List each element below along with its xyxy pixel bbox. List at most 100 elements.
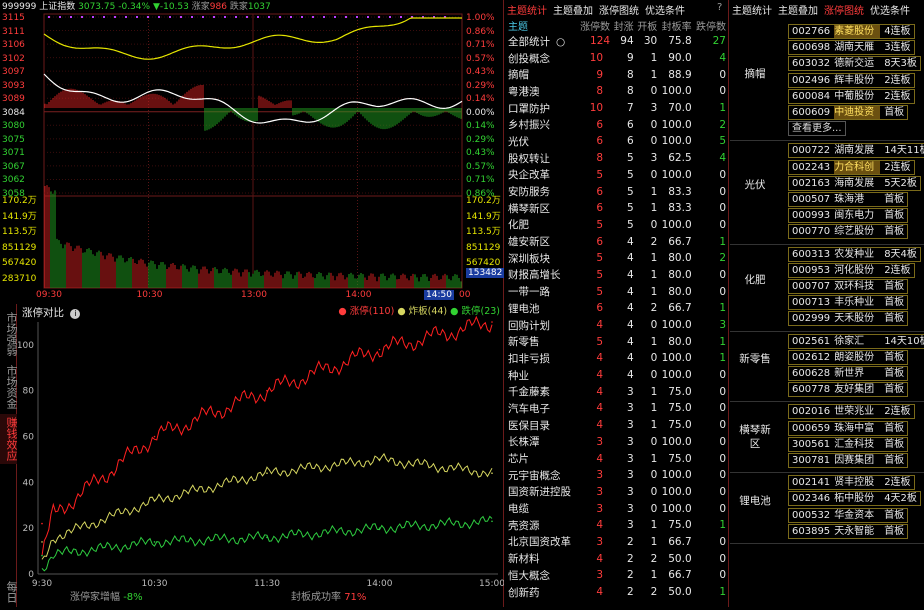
table-row[interactable]: 安防服务 6 5 1 83.3 0 bbox=[507, 183, 727, 200]
tab-theme-stats[interactable]: 主题统计 bbox=[507, 6, 547, 17]
group-name[interactable]: 新零售 bbox=[730, 352, 780, 366]
table-row[interactable]: 乡村振兴 6 6 0 100.0 2 bbox=[507, 116, 727, 133]
table-row[interactable]: 千金藤素 4 3 1 75.0 0 bbox=[507, 383, 727, 400]
stock-chip[interactable]: 002561徐家汇 14天10板 bbox=[788, 333, 924, 349]
help-button[interactable]: ? bbox=[717, 3, 722, 13]
table-row[interactable]: 横琴新区 6 5 1 83.3 0 bbox=[507, 200, 727, 217]
stock-chip[interactable]: 002243 力合科创 2连板 bbox=[788, 159, 915, 175]
table-row[interactable]: 光伏 6 6 0 100.0 5 bbox=[507, 133, 727, 150]
stock-chip[interactable]: 300781 因赛集团 首板 bbox=[788, 453, 909, 468]
table-row[interactable]: 股权转让 8 5 3 62.5 4 bbox=[507, 150, 727, 167]
limit-compare-chart[interactable]: 100 80 60 40 20 0 9:30 10:30 11:30 14:00 15:00 涨停对… bbox=[17, 304, 505, 607]
table-row-total[interactable]: 全部统计 ○ 124 94 30 75.8 27 bbox=[507, 33, 727, 50]
side-tab-daily[interactable]: 每日 bbox=[0, 579, 18, 605]
stock-chip[interactable]: 600313 农发种业 8天4板 bbox=[788, 246, 921, 262]
right-tab-limit-chart[interactable]: 涨停图统 bbox=[824, 6, 864, 17]
table-row[interactable]: 医保目录 4 3 1 75.0 0 bbox=[507, 417, 727, 434]
table-row[interactable]: 新零售 5 4 1 80.0 1 bbox=[507, 333, 727, 350]
right-tab-theme-stats[interactable]: 主题统计 bbox=[732, 6, 772, 17]
tab-filter[interactable]: 优选条件 bbox=[645, 6, 685, 17]
column-header[interactable]: 开板 bbox=[635, 17, 659, 33]
stock-chip[interactable]: 600628 新世界 首板 bbox=[788, 366, 909, 381]
stock-chip[interactable]: 600084 中葡股份 2连板 bbox=[788, 88, 915, 104]
stock-chip[interactable]: 600609 中迪投资 首板 bbox=[788, 105, 909, 120]
table-row[interactable]: 长株潭 3 3 0 100.0 0 bbox=[507, 434, 727, 451]
right-tab-theme-overlay[interactable]: 主题叠加 bbox=[778, 6, 818, 17]
table-row[interactable]: 电缆 3 3 0 100.0 0 bbox=[507, 500, 727, 517]
table-row[interactable]: 央企改革 5 5 0 100.0 0 bbox=[507, 167, 727, 184]
table-row[interactable]: 壳资源 4 3 1 75.0 1 bbox=[507, 517, 727, 534]
group-name[interactable]: 横琴新区 bbox=[730, 423, 780, 451]
legend-limit-up[interactable]: ● 涨停(110) bbox=[338, 306, 394, 317]
stock-chip[interactable]: 603032 德新交运 8天3板 bbox=[788, 56, 921, 72]
column-header[interactable]: 主题 bbox=[507, 17, 577, 33]
table-row[interactable]: 芯片 4 3 1 75.0 0 bbox=[507, 450, 727, 467]
column-header[interactable]: 封涨 bbox=[611, 17, 635, 33]
tab-theme-overlay[interactable]: 主题叠加 bbox=[553, 6, 593, 17]
stock-chip[interactable]: 000722湖南发展 14天11板 bbox=[788, 143, 924, 159]
table-row[interactable]: 元宇宙概念 3 3 0 100.0 0 bbox=[507, 467, 727, 484]
stock-chip[interactable]: 600698 湖南天雁 3连板 bbox=[788, 40, 915, 56]
stock-chip[interactable]: 002141 贤丰控股 2连板 bbox=[788, 475, 915, 491]
table-row[interactable]: 北京国资改革 3 2 1 66.7 0 bbox=[507, 534, 727, 551]
limit-chart-canvas[interactable]: 1008060402009:30 10:30 11:30 14:00 15:00 bbox=[17, 304, 505, 607]
table-row[interactable]: 雄安新区 6 4 2 66.7 1 bbox=[507, 233, 727, 250]
right-tab-filter[interactable]: 优选条件 bbox=[870, 6, 910, 17]
table-row[interactable]: 创新药 4 2 2 50.0 1 bbox=[507, 584, 727, 601]
stock-name: 综艺股份 bbox=[834, 226, 875, 238]
column-header[interactable]: 封板率 bbox=[658, 17, 692, 33]
stock-chip[interactable]: 000713 丰乐种业 首板 bbox=[788, 295, 909, 311]
side-tab-money-effect[interactable]: 赚钱效应 bbox=[0, 414, 18, 464]
side-tab-market-funds[interactable]: 市场资金 bbox=[0, 362, 18, 412]
refresh-icon[interactable]: ○ bbox=[556, 36, 565, 48]
stock-chip[interactable]: 002346 柘中股份 4天2板 bbox=[788, 491, 921, 507]
stock-chip[interactable]: 603895 天永智能 首板 bbox=[788, 523, 909, 539]
table-row[interactable]: 扣非亏损 4 4 0 100.0 1 bbox=[507, 350, 727, 367]
table-row[interactable]: 化肥 5 5 0 100.0 0 bbox=[507, 217, 727, 234]
stock-chip[interactable]: 002612 朗姿股份 首板 bbox=[788, 349, 909, 365]
stock-chip[interactable]: 000532 华金资本 首板 bbox=[788, 507, 909, 523]
table-row[interactable]: 粤港澳 8 8 0 100.0 0 bbox=[507, 83, 727, 100]
index-chart-canvas[interactable] bbox=[0, 0, 504, 304]
legend-broken[interactable]: ● 炸板(44) bbox=[397, 306, 447, 317]
stock-chip[interactable]: 000507 珠海港 首板 bbox=[788, 192, 909, 207]
stock-chip[interactable]: 300561 汇金科技 首板 bbox=[788, 436, 909, 452]
table-row[interactable]: 种业 4 4 0 100.0 0 bbox=[507, 367, 727, 384]
table-cell: 0 bbox=[719, 569, 726, 582]
table-row[interactable]: 新材料 4 2 2 50.0 0 bbox=[507, 550, 727, 567]
stock-chip[interactable]: 002999 天禾股份 首板 bbox=[788, 311, 909, 327]
info-icon[interactable]: i bbox=[70, 309, 81, 319]
table-row[interactable]: 财报高增长 5 4 1 80.0 0 bbox=[507, 267, 727, 284]
stock-chip[interactable]: 002766 素菱股份 4连板 bbox=[788, 24, 915, 39]
group-name[interactable]: 摘帽 bbox=[730, 67, 780, 81]
table-row[interactable]: 回购计划 4 4 0 100.0 3 bbox=[507, 317, 727, 334]
table-row[interactable]: 创投概念 10 9 1 90.0 4 bbox=[507, 50, 727, 67]
table-row[interactable]: 深圳板块 5 4 1 80.0 2 bbox=[507, 250, 727, 267]
index-intraday-chart[interactable]: 999999 上证指数 3073.75 -0.34% ▼-10.53 涨家986… bbox=[0, 0, 505, 304]
table-row[interactable]: 国资新进控股 3 3 0 100.0 0 bbox=[507, 484, 727, 501]
stock-chip[interactable]: 000770 综艺股份 首板 bbox=[788, 224, 909, 240]
column-header[interactable]: 跌停数 bbox=[693, 17, 727, 33]
stock-chip[interactable]: 000707 双环科技 首板 bbox=[788, 279, 909, 294]
group-name[interactable]: 锂电池 bbox=[730, 494, 780, 508]
stock-chip[interactable]: 000993 闽东电力 首板 bbox=[788, 208, 909, 224]
stock-chip[interactable]: 000659 珠海中富 首板 bbox=[788, 420, 909, 436]
group-name[interactable]: 光伏 bbox=[730, 178, 780, 192]
more-button[interactable]: 查看更多... bbox=[788, 121, 846, 137]
table-row[interactable]: 锂电池 6 4 2 66.7 1 bbox=[507, 300, 727, 317]
stock-chip[interactable]: 000953 河化股份 2连板 bbox=[788, 262, 915, 278]
stock-chip[interactable]: 600778 友好集团 首板 bbox=[788, 382, 909, 398]
tab-limit-chart[interactable]: 涨停图统 bbox=[599, 6, 639, 17]
stock-chip[interactable]: 002163 海南发展 5天2板 bbox=[788, 175, 921, 191]
legend-limit-down[interactable]: ● 跌停(23) bbox=[450, 306, 500, 317]
side-tab-market-strength[interactable]: 市场强弱 bbox=[0, 308, 18, 360]
stock-chip[interactable]: 002496 辉丰股份 2连板 bbox=[788, 72, 915, 88]
table-row[interactable]: 汽车电子 4 3 1 75.0 0 bbox=[507, 400, 727, 417]
group-name[interactable]: 化肥 bbox=[730, 273, 780, 287]
table-row[interactable]: 摘帽 9 8 1 88.9 0 bbox=[507, 66, 727, 83]
table-row[interactable]: 恒大概念 3 2 1 66.7 0 bbox=[507, 567, 727, 584]
table-row[interactable]: 一带一路 5 4 1 80.0 0 bbox=[507, 283, 727, 300]
table-row[interactable]: 口罩防护 10 7 3 70.0 1 bbox=[507, 100, 727, 117]
column-header[interactable]: 涨停数 bbox=[577, 17, 611, 33]
stock-chip[interactable]: 002016 世荣兆业 2连板 bbox=[788, 404, 915, 420]
